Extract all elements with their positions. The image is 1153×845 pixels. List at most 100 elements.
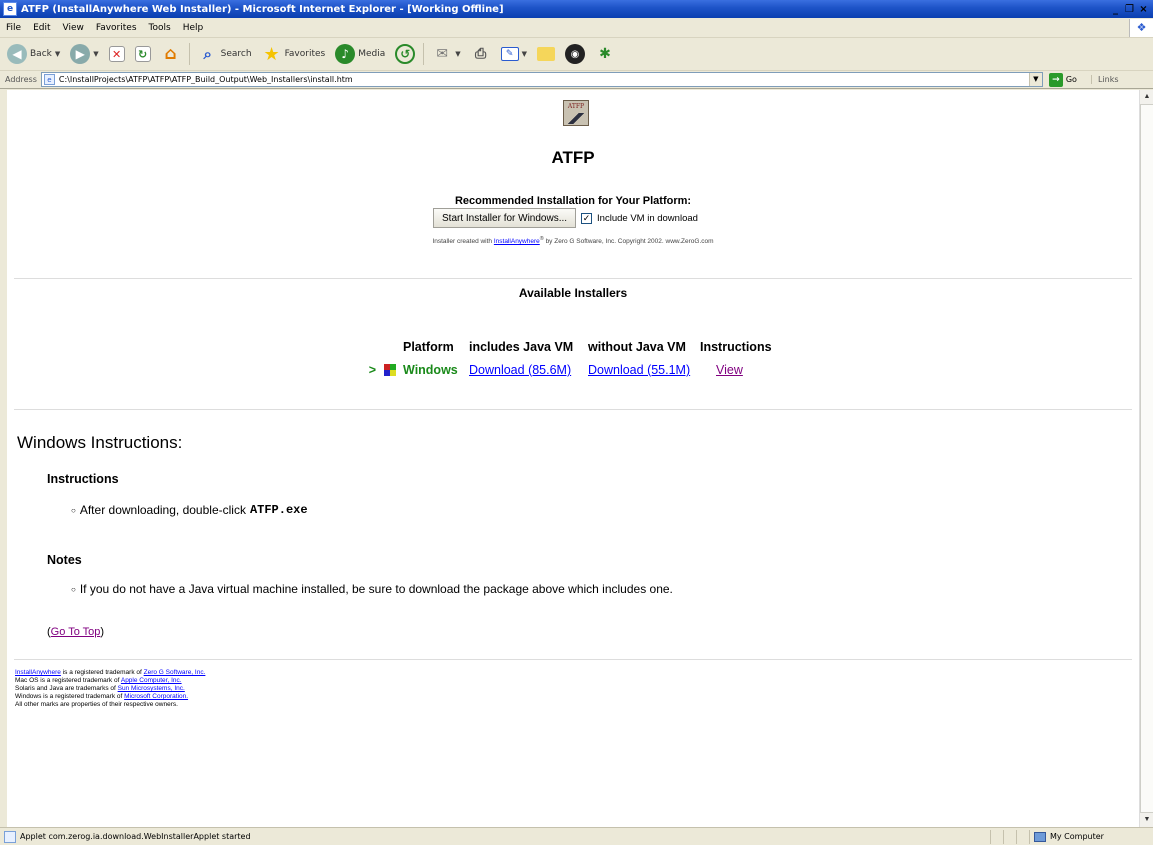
links-button[interactable]: Links (1090, 75, 1119, 84)
toolbar: ◀ Back ▼ ▶ ▼ ✕ ↻ ⌂ ⌕ Search ★ Favorites … (0, 38, 1153, 71)
installers-table: Platform includes Java VM without Java V… (357, 340, 772, 377)
mail-dropdown-icon[interactable]: ▼ (455, 50, 460, 58)
status-panel (1003, 829, 1016, 844)
go-to-top-link[interactable]: Go To Top (51, 626, 101, 638)
go-label: Go (1065, 75, 1077, 84)
media-label: Media (358, 49, 386, 59)
menu-help[interactable]: Help (177, 23, 210, 33)
people-button[interactable]: ✱ (592, 42, 618, 66)
media-button[interactable]: ♪ Media (332, 42, 388, 66)
page-content: ATFP ATFP Recommended Installation for Y… (7, 90, 1139, 827)
address-input[interactable]: e C:\InstallProjects\ATFP\ATFP\ATFP_Buil… (40, 72, 1043, 87)
back-button[interactable]: ◀ Back ▼ (4, 42, 63, 66)
forward-arrow-icon: ▶ (70, 44, 91, 64)
menu-view[interactable]: View (57, 23, 90, 33)
print-icon: ⎙ (475, 46, 487, 62)
view-instructions-link[interactable]: View (716, 363, 743, 377)
back-dropdown-icon[interactable]: ▼ (55, 50, 60, 58)
close-button[interactable]: × (1137, 3, 1150, 16)
star-icon: ★ (263, 43, 280, 65)
history-icon: ↺ (395, 44, 416, 64)
print-button[interactable]: ⎙ (468, 42, 494, 66)
favorites-button[interactable]: ★ Favorites (259, 42, 329, 66)
back-label: Back (30, 49, 52, 59)
address-url[interactable]: C:\InstallProjects\ATFP\ATFP\ATFP_Build_… (59, 75, 1029, 84)
note-item: ○ If you do not have a Java virtual mach… (71, 582, 673, 596)
footer-sun-link[interactable]: Sun Microsystems, Inc. (118, 685, 185, 692)
go-button[interactable]: → Go (1048, 72, 1077, 87)
footer-line: Mac OS is a registered trademark of Appl… (15, 677, 182, 684)
recommended-row: Start Installer for Windows... ✓ Include… (433, 208, 698, 228)
search-label: Search (220, 49, 252, 59)
history-button[interactable]: ↺ (392, 42, 418, 66)
footer-installanywhere-link[interactable]: InstallAnywhere (15, 669, 61, 676)
favorites-label: Favorites (284, 49, 326, 59)
download-with-vm-link[interactable]: Download (85.6M) (469, 363, 571, 377)
page-icon: e (43, 74, 55, 85)
scroll-up-icon[interactable]: ▲ (1140, 90, 1153, 104)
menu-favorites[interactable]: Favorites (90, 23, 143, 33)
zone-label: My Computer (1050, 832, 1104, 841)
messenger-icon: ◉ (565, 44, 586, 64)
include-vm-checkbox[interactable]: ✓ (581, 212, 593, 224)
refresh-button[interactable]: ↻ (132, 44, 154, 64)
title-bar: e ATFP (InstallAnywhere Web Installer) -… (0, 0, 1153, 18)
address-label: Address (5, 75, 37, 84)
recommended-heading: Recommended Installation for Your Platfo… (454, 195, 692, 207)
footer-apple-link[interactable]: Apple Computer, Inc. (121, 677, 182, 684)
minimize-button[interactable]: _ (1109, 3, 1122, 16)
start-installer-button[interactable]: Start Installer for Windows... (433, 208, 577, 228)
mail-button[interactable]: ✉ ▼ (429, 42, 463, 66)
footer-zerog-link[interactable]: Zero G Software, Inc. (144, 669, 206, 676)
status-bar: Applet com.zerog.ia.download.WebInstalle… (0, 827, 1153, 845)
credit-prefix: Installer created with (432, 238, 493, 246)
column-header-without-vm: without Java VM (588, 340, 686, 354)
column-header-with-vm: includes Java VM (469, 340, 574, 354)
scroll-thumb[interactable] (1140, 104, 1153, 813)
security-zone: My Computer (1029, 829, 1153, 844)
status-text: Applet com.zerog.ia.download.WebInstalle… (20, 832, 251, 841)
table-row: > Windows Download (85.6M) Download (55.… (357, 363, 772, 377)
stop-icon: ✕ (108, 46, 125, 62)
forward-button[interactable]: ▶ ▼ (67, 42, 101, 66)
edit-button[interactable]: ✎ ▼ (498, 45, 530, 63)
menu-tools[interactable]: Tools (143, 23, 177, 33)
menu-edit[interactable]: Edit (27, 23, 56, 33)
page-title: ATFP (551, 148, 595, 167)
refresh-icon: ↻ (134, 46, 151, 62)
footer-line: Windows is a registered trademark of Mic… (15, 693, 189, 700)
toolbar-separator (423, 43, 425, 65)
edit-dropdown-icon[interactable]: ▼ (522, 50, 527, 58)
page-status-icon (4, 830, 16, 843)
folder-button[interactable] (534, 45, 558, 63)
search-button[interactable]: ⌕ Search (195, 42, 255, 66)
installanywhere-link[interactable]: InstallAnywhere (494, 238, 540, 245)
windows-logo-icon: ❖ (1129, 18, 1153, 37)
status-panel (990, 829, 1003, 844)
go-arrow-icon: → (1048, 72, 1063, 87)
window-title: ATFP (InstallAnywhere Web Installer) - M… (21, 3, 504, 15)
address-bar: Address e C:\InstallProjects\ATFP\ATFP\A… (0, 71, 1153, 89)
edit-icon: ✎ (500, 47, 519, 61)
menu-file[interactable]: File (0, 23, 27, 33)
folder-icon (537, 47, 556, 61)
maximize-button[interactable]: ❐ (1123, 3, 1136, 16)
address-dropdown-icon[interactable]: ▼ (1028, 73, 1042, 86)
recommended-arrow: > (368, 363, 376, 377)
home-button[interactable]: ⌂ (158, 42, 184, 66)
toolbar-separator (188, 43, 190, 65)
include-vm-label: Include VM in download (597, 212, 698, 224)
forward-dropdown-icon[interactable]: ▼ (93, 50, 98, 58)
logo-mark-icon (567, 113, 585, 124)
messenger-button[interactable]: ◉ (562, 42, 588, 66)
download-without-vm-link[interactable]: Download (55.1M) (588, 363, 690, 377)
scroll-down-icon[interactable]: ▼ (1140, 813, 1153, 827)
available-installers-heading: Available Installers (518, 286, 628, 300)
people-icon: ✱ (599, 46, 611, 62)
windows-instructions-heading: Windows Instructions: (17, 433, 183, 452)
instruction-item: ○ After downloading, double-click ATFP.e… (71, 503, 308, 517)
stop-button[interactable]: ✕ (106, 44, 128, 64)
vertical-scrollbar[interactable]: ▲ ▼ (1139, 90, 1153, 827)
footer-microsoft-link[interactable]: Microsoft Corporation. (124, 693, 188, 700)
ie-icon: e (3, 2, 17, 16)
